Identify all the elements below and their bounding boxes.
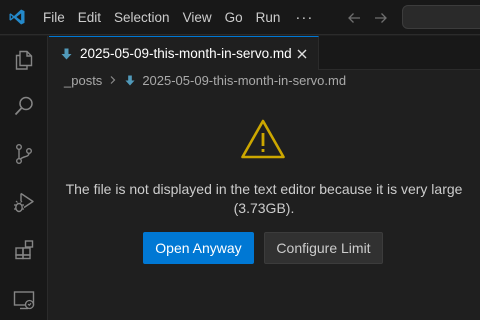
run-debug-icon (14, 192, 34, 213)
activity-explorer[interactable] (0, 36, 48, 84)
files-icon (15, 50, 33, 70)
extensions-icon (15, 240, 34, 260)
close-icon[interactable] (294, 46, 310, 62)
markdown-arrow-icon (61, 47, 73, 61)
activity-extensions[interactable] (0, 226, 48, 274)
breadcrumb: _posts 2025-05-09-this-month-in-servo.md (64, 71, 346, 89)
activity-bar (0, 36, 48, 320)
breadcrumb-folder[interactable]: _posts (64, 73, 102, 88)
activity-search[interactable] (0, 82, 48, 130)
vscode-logo-icon (9, 9, 25, 25)
source-control-icon (15, 144, 32, 165)
forward-arrow-icon[interactable] (373, 10, 389, 26)
back-arrow-icon[interactable] (346, 10, 362, 26)
menu-view[interactable]: View (183, 10, 212, 25)
more-menu-icon[interactable]: ··· (295, 9, 313, 26)
menu-bar: File Edit Selection View Go Run ··· (43, 0, 313, 35)
markdown-arrow-icon (125, 74, 136, 87)
menu-edit[interactable]: Edit (78, 10, 101, 25)
menu-run[interactable]: Run (256, 10, 281, 25)
breadcrumb-file[interactable]: 2025-05-09-this-month-in-servo.md (142, 73, 346, 88)
configure-limit-button[interactable]: Configure Limit (264, 232, 383, 264)
menu-go[interactable]: Go (225, 10, 243, 25)
remote-explorer-icon (13, 291, 35, 310)
menu-selection[interactable]: Selection (114, 10, 170, 25)
editor-tab[interactable]: 2025-05-09-this-month-in-servo.md (49, 36, 319, 70)
tab-title: 2025-05-09-this-month-in-servo.md (80, 46, 292, 61)
activity-remote-explorer[interactable] (0, 276, 48, 320)
open-anyway-button[interactable]: Open Anyway (143, 232, 254, 264)
search-icon (14, 96, 33, 116)
warning-icon (241, 119, 285, 159)
chevron-right-icon (110, 76, 116, 84)
menu-file[interactable]: File (43, 10, 65, 25)
activity-source-control[interactable] (0, 130, 48, 178)
editor-tab-bar: 2025-05-09-this-month-in-servo.md (49, 36, 480, 70)
activity-run-debug[interactable] (0, 178, 48, 226)
title-bar: File Edit Selection View Go Run ··· (0, 0, 480, 35)
large-file-message: The file is not displayed in the text ed… (65, 181, 463, 216)
command-center-search[interactable] (402, 5, 480, 29)
